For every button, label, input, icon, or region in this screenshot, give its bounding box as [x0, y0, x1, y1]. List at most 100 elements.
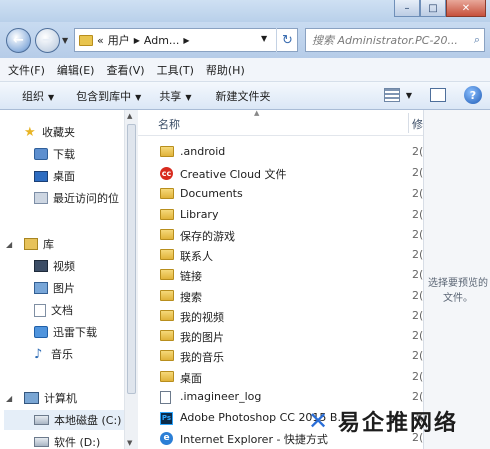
column-divider[interactable] — [408, 113, 409, 133]
list-item[interactable]: 链接 2( — [138, 265, 423, 285]
list-item[interactable]: 联系人 2( — [138, 245, 423, 265]
forward-button[interactable]: → — [35, 28, 60, 53]
nav-label: 文档 — [51, 304, 73, 317]
path-overflow[interactable]: « — [97, 34, 104, 47]
text-file-icon — [160, 391, 171, 404]
list-item[interactable]: Library 2( — [138, 205, 423, 225]
list-item[interactable]: cc Creative Cloud 文件 2( — [138, 163, 423, 183]
collapse-arrow-icon[interactable]: ◢ — [6, 394, 12, 403]
list-item[interactable]: 我的音乐 2( — [138, 346, 423, 366]
change-view-button[interactable]: ▼ — [383, 88, 412, 102]
list-item[interactable]: 搜索 2( — [138, 286, 423, 306]
nav-label: 图片 — [53, 282, 75, 295]
menu-edit[interactable]: 编辑(E) — [57, 62, 95, 78]
nav-label: 软件 (D:) — [54, 436, 101, 449]
nav-downloads[interactable]: 下载 — [34, 144, 75, 164]
documents-icon — [34, 303, 46, 317]
file-modified: 2( — [412, 309, 423, 322]
file-modified: 2( — [412, 349, 423, 362]
file-name: .android — [180, 145, 226, 158]
minimize-button[interactable]: – — [394, 0, 420, 17]
column-modified[interactable]: 修 — [412, 116, 423, 132]
organize-button[interactable]: 组织 ▼ — [0, 88, 62, 104]
folder-icon — [160, 209, 174, 220]
command-bar: 组织 ▼ 包含到库中 ▼ 共享 ▼ 新建文件夹 ▼ ? — [0, 82, 490, 110]
search-input[interactable]: 搜索 Administrator.PC-20... ⌕ — [305, 28, 485, 52]
caption-buttons: – □ ✕ — [394, 0, 486, 17]
file-modified: 2( — [412, 390, 423, 403]
explorer-window: – □ ✕ ← → ▼ « 用户 ▶ Adm... ▶ ▼ ↻ 搜索 Admin… — [0, 0, 490, 449]
nav-libraries[interactable]: 库 — [24, 234, 54, 254]
chevron-down-icon: ▼ — [135, 92, 142, 102]
links-icon — [160, 269, 174, 280]
nav-label: 迅雷下载 — [53, 326, 97, 339]
libraries-icon — [24, 238, 38, 250]
nav-label: 音乐 — [51, 348, 73, 361]
searches-icon — [160, 290, 174, 301]
nav-recent-places[interactable]: 最近访问的位 — [34, 188, 119, 208]
list-item[interactable]: 桌面 2( — [138, 367, 423, 387]
close-button[interactable]: ✕ — [446, 0, 486, 17]
downloads-icon — [34, 148, 48, 160]
list-item[interactable]: 我的视频 2( — [138, 306, 423, 326]
maximize-button[interactable]: □ — [420, 0, 446, 17]
menu-file[interactable]: 文件(F) — [8, 62, 45, 78]
nav-documents[interactable]: 文档 — [34, 300, 73, 320]
file-list: .android 2( cc Creative Cloud 文件 2( Docu… — [138, 136, 423, 449]
file-modified: 2( — [412, 145, 423, 158]
nav-videos[interactable]: 视频 — [34, 256, 75, 276]
breadcrumb-chevron-icon[interactable]: ▶ — [183, 36, 189, 45]
search-icon[interactable]: ⌕ — [474, 33, 480, 47]
nav-computer[interactable]: 计算机 — [24, 388, 77, 408]
nav-scrollbar[interactable]: ▲ ▼ — [124, 110, 138, 449]
file-modified: 2( — [412, 329, 423, 342]
desktop-icon — [34, 170, 48, 182]
nav-favorites[interactable]: ★ 收藏夹 — [24, 122, 75, 142]
xunlei-icon — [34, 326, 48, 338]
views-icon — [383, 88, 400, 102]
nav-software-d[interactable]: 软件 (D:) — [34, 432, 100, 449]
file-name: Documents — [180, 187, 243, 200]
scroll-up-icon[interactable]: ▲ — [127, 112, 132, 120]
share-button[interactable]: 共享 ▼ — [151, 88, 199, 104]
nav-music[interactable]: ♪ 音乐 — [34, 344, 73, 364]
nav-local-disk-c[interactable]: 本地磁盘 (C:) — [4, 410, 124, 430]
list-item[interactable]: Documents 2( — [138, 184, 423, 204]
preview-message: 选择要预览的文件。 — [428, 278, 488, 304]
nav-desktop[interactable]: 桌面 — [34, 166, 75, 186]
refresh-icon[interactable]: ↻ — [276, 28, 298, 52]
menu-view[interactable]: 查看(V) — [106, 62, 144, 78]
list-item[interactable]: 我的图片 2( — [138, 326, 423, 346]
breadcrumb-admin[interactable]: Adm... — [144, 34, 180, 47]
back-button[interactable]: ← — [6, 28, 31, 53]
new-folder-button[interactable]: 新建文件夹 — [207, 88, 278, 104]
list-item[interactable]: .android 2( — [138, 142, 423, 162]
saved-games-icon — [160, 229, 174, 240]
nav-xunlei-downloads[interactable]: 迅雷下载 — [34, 322, 97, 342]
column-name[interactable]: 名称 — [158, 116, 180, 132]
file-name: Internet Explorer - 快捷方式 — [180, 433, 328, 446]
nav-label: 下载 — [53, 148, 75, 161]
file-modified: 2( — [412, 187, 423, 200]
collapse-arrow-icon[interactable]: ◢ — [6, 240, 12, 249]
list-item[interactable]: .imagineer_log 2( — [138, 387, 423, 407]
breadcrumb-users[interactable]: 用户 — [108, 32, 130, 48]
menu-help[interactable]: 帮助(H) — [206, 62, 245, 78]
file-name: .imagineer_log — [180, 390, 262, 403]
scroll-down-icon[interactable]: ▼ — [127, 439, 132, 447]
nav-pictures[interactable]: 图片 — [34, 278, 75, 298]
nav-label: 桌面 — [53, 170, 75, 183]
recent-pages-dropdown-icon[interactable]: ▼ — [62, 36, 68, 45]
watermark: ✕ 易企推网络 — [308, 405, 458, 437]
address-dropdown-icon[interactable]: ▼ — [261, 34, 267, 43]
help-icon[interactable]: ? — [464, 86, 482, 104]
folder-icon — [160, 310, 174, 321]
menu-tools[interactable]: 工具(T) — [157, 62, 194, 78]
videos-icon — [34, 260, 48, 272]
file-modified: 2( — [412, 228, 423, 241]
breadcrumb-chevron-icon[interactable]: ▶ — [134, 36, 140, 45]
list-item[interactable]: 保存的游戏 2( — [138, 225, 423, 245]
scrollbar-thumb[interactable] — [127, 124, 136, 394]
preview-pane-icon[interactable] — [430, 88, 446, 102]
include-in-library-button[interactable]: 包含到库中 ▼ — [68, 88, 149, 104]
